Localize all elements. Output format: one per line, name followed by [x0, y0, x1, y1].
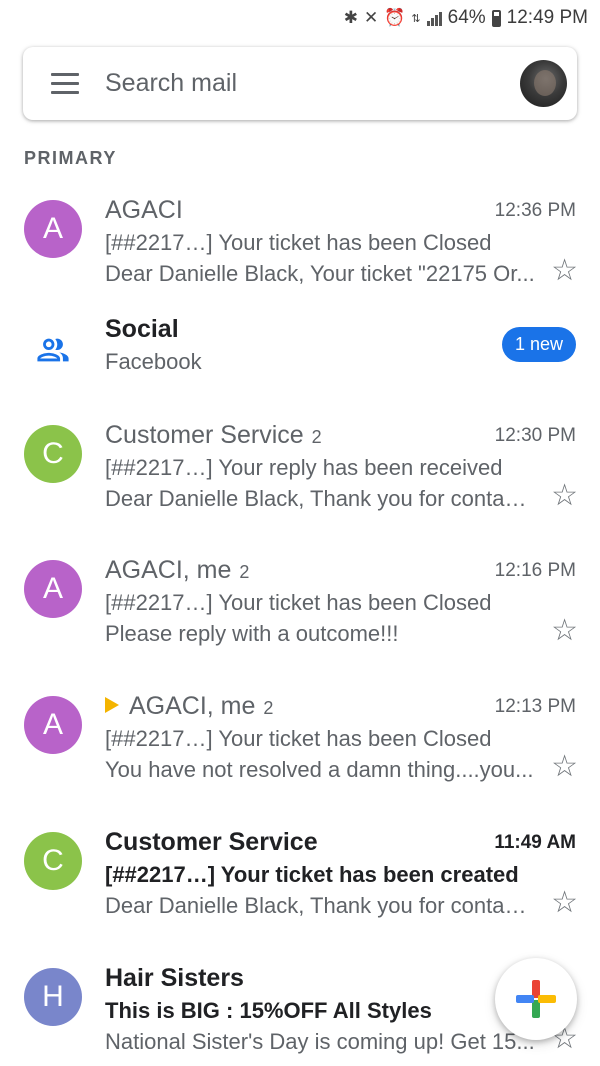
clock: 12:49 PM	[506, 7, 588, 28]
email-row[interactable]: A AGACI, me 2 12:16 PM [##2217…] Your tic…	[0, 540, 600, 676]
email-time: 12:30 PM	[494, 425, 576, 446]
social-category-row[interactable]: Social Facebook 1 new	[0, 305, 600, 405]
sender-name: AGACI, me 2	[105, 556, 249, 585]
email-row[interactable]: A AGACI 12:36 PM [##2217…] Your ticket h…	[0, 180, 600, 305]
star-icon[interactable]: ☆	[551, 752, 578, 782]
email-snippet: National Sister's Day is coming up! Get …	[105, 1029, 535, 1054]
star-icon[interactable]: ☆	[551, 616, 578, 646]
star-icon[interactable]: ☆	[551, 888, 578, 918]
email-subject: [##2217…] Your ticket has been Closed	[105, 726, 492, 751]
email-snippet: Dear Danielle Black, Thank you for conta…	[105, 486, 537, 511]
vibrate-mute-icon: ✕	[364, 8, 379, 27]
sender-label: AGACI	[105, 196, 183, 224]
email-snippet: Dear Danielle Black, Your ticket "22175 …	[105, 261, 535, 286]
sender-label: Customer Service	[105, 828, 318, 856]
email-subject: [##2217…] Your ticket has been Closed	[105, 230, 492, 255]
alarm-icon: ⏰	[384, 8, 406, 27]
thread-count: 2	[239, 562, 250, 582]
signal-icon	[426, 10, 442, 26]
sender-avatar[interactable]: A	[24, 560, 82, 618]
bluetooth-icon: ✱	[343, 8, 358, 27]
sender-label: Customer Service	[105, 421, 304, 449]
sender-name: Customer Service	[105, 828, 318, 857]
search-input[interactable]	[105, 69, 485, 98]
email-time: 11:49 AM	[494, 832, 576, 853]
sender-avatar[interactable]: C	[24, 425, 82, 483]
mail-list: A AGACI 12:36 PM [##2217…] Your ticket h…	[0, 180, 600, 1066]
email-time: 12:36 PM	[494, 200, 576, 221]
star-icon[interactable]: ☆	[551, 481, 578, 511]
hamburger-menu-icon[interactable]	[51, 73, 79, 94]
compose-button[interactable]	[495, 958, 577, 1040]
account-avatar[interactable]	[520, 60, 567, 107]
social-subtitle: Facebook	[105, 349, 202, 374]
battery-percent: 64%	[447, 7, 486, 28]
email-time: 12:16 PM	[494, 560, 576, 581]
email-snippet: Dear Danielle Black, Thank you for conta…	[105, 893, 537, 918]
email-snippet: Please reply with a outcome!!!	[105, 621, 399, 646]
sender-label: AGACI, me	[105, 556, 232, 584]
email-row[interactable]: A AGACI, me 2 12:13 PM [##2217…] Your tic…	[0, 676, 600, 812]
sender-name: AGACI, me 2	[105, 692, 273, 721]
sender-name: AGACI	[105, 196, 183, 225]
data-icon: ⇅	[411, 12, 421, 25]
section-label-primary: PRIMARY	[24, 148, 117, 168]
social-title: Social	[105, 315, 179, 343]
star-icon[interactable]: ☆	[551, 256, 578, 286]
sender-name: Hair Sisters	[105, 964, 244, 993]
email-subject: [##2217…] Your ticket has been created	[105, 862, 519, 887]
email-subject: [##2217…] Your reply has been received	[105, 455, 503, 480]
email-subject: [##2217…] Your ticket has been Closed	[105, 590, 492, 615]
thread-count: 2	[311, 427, 322, 447]
important-marker-icon[interactable]	[105, 697, 119, 714]
email-time: 12:13 PM	[494, 696, 576, 717]
sender-avatar[interactable]: A	[24, 200, 82, 258]
battery-icon	[491, 9, 501, 27]
sender-avatar[interactable]: C	[24, 832, 82, 890]
sender-label: AGACI, me	[129, 692, 256, 720]
sender-label: Hair Sisters	[105, 964, 244, 992]
sender-name: Customer Service 2	[105, 421, 322, 450]
email-snippet: You have not resolved a damn thing....yo…	[105, 757, 534, 782]
email-row[interactable]: C Customer Service 11:49 AM [##2217…] Yo…	[0, 812, 600, 948]
sender-avatar[interactable]: A	[24, 696, 82, 754]
thread-count: 2	[263, 698, 274, 718]
sender-avatar[interactable]: H	[24, 968, 82, 1026]
new-count-badge: 1 new	[501, 327, 576, 362]
status-bar: ✱ ✕ ⏰ ⇅ 64% 12:49 PM	[0, 0, 600, 36]
email-row[interactable]: C Customer Service 2 12:30 PM [##2217…] Y…	[0, 405, 600, 540]
search-bar[interactable]	[23, 47, 577, 120]
people-icon	[37, 338, 69, 362]
